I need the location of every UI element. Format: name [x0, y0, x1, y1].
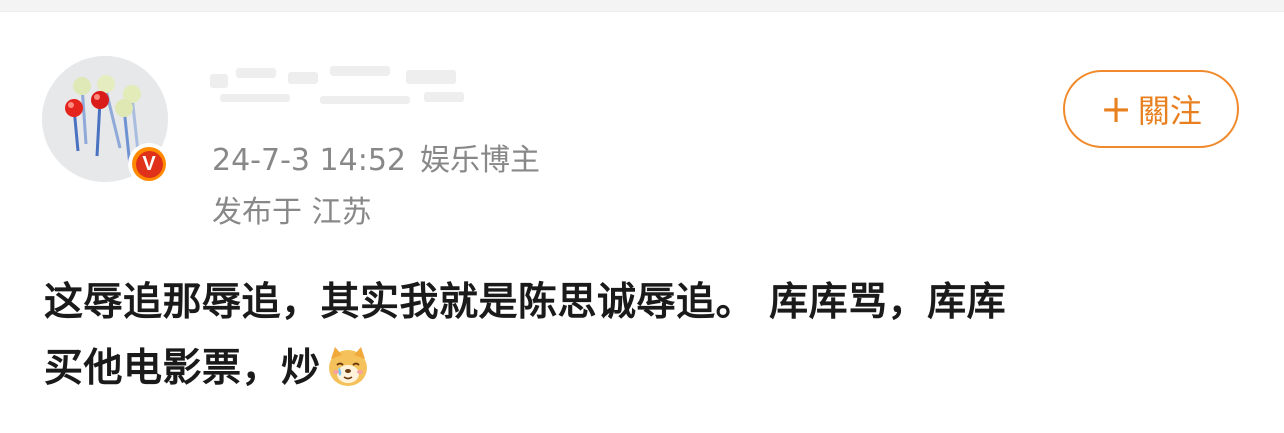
verified-badge: V	[128, 143, 170, 185]
post-timestamp: 24-7-3 14:52	[212, 143, 406, 178]
crying-dog-emoji-icon	[328, 347, 367, 386]
post-meta: 24-7-3 14:52 娱乐博主	[212, 141, 540, 181]
author-name-redacted[interactable]	[210, 64, 480, 110]
author-type: 娱乐博主	[420, 143, 540, 178]
post-content: 这辱追那辱追，其实我就是陈思诚辱追。 库库骂，库库 买他电影票，炒	[44, 270, 1244, 402]
post-content-line: 买他电影票，炒	[44, 336, 1244, 402]
top-divider	[0, 0, 1284, 12]
follow-label: 關注	[1137, 92, 1202, 130]
post-content-text: 买他电影票，炒	[44, 346, 321, 391]
follow-button[interactable]: + 關注	[1063, 70, 1239, 148]
post-content-line: 这辱追那辱追，其实我就是陈思诚辱追。 库库骂，库库	[44, 280, 1007, 325]
post-location: 发布于 江苏	[212, 195, 372, 230]
plus-icon: +	[1100, 87, 1132, 131]
verified-v-icon: V	[135, 150, 163, 178]
